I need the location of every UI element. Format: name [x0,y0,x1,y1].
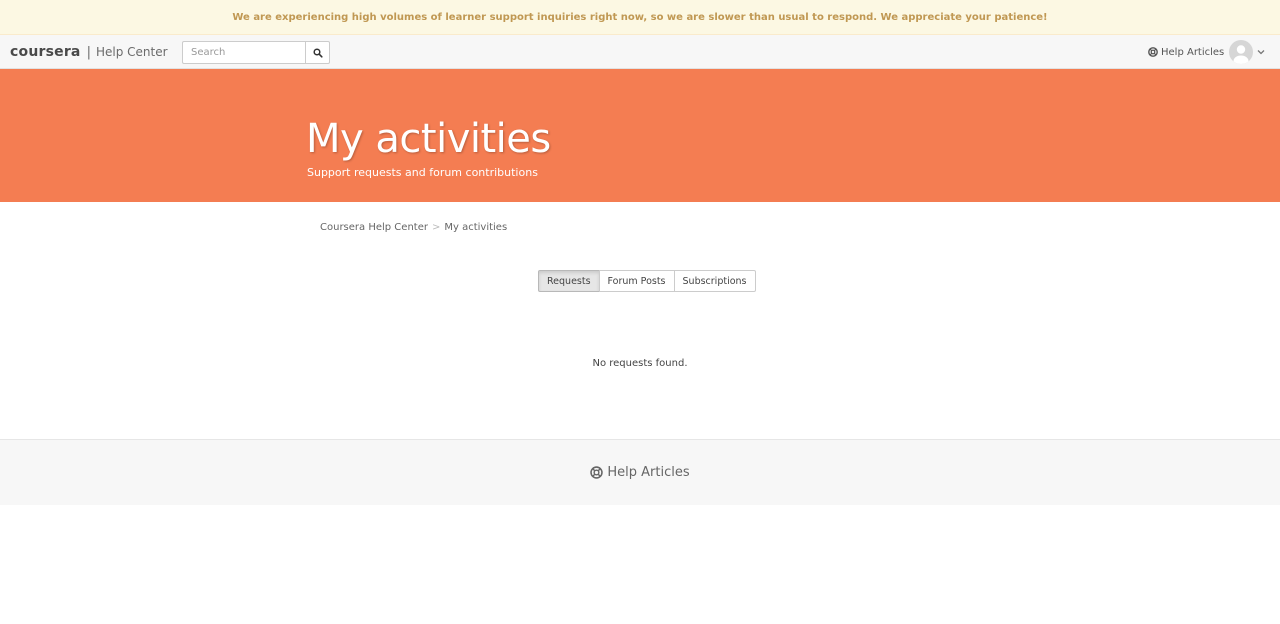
help-articles-link[interactable]: Help Articles [1148,35,1224,69]
hero-banner: My activities Support requests and forum… [0,69,1280,202]
brand[interactable]: coursera | Help Center [10,35,168,69]
notice-banner: We are experiencing high volumes of lear… [0,0,1280,35]
lifebuoy-icon [590,466,604,479]
empty-state-message: No requests found. [592,358,688,369]
footer-help-articles-label: Help Articles [607,465,690,480]
tab-requests[interactable]: Requests [538,270,600,292]
breadcrumb-separator: > [431,222,441,233]
search-icon [312,47,323,58]
user-avatar-icon[interactable] [1229,40,1253,64]
help-articles-label: Help Articles [1161,46,1225,58]
search-form [182,41,330,64]
page-title: My activities [306,116,551,162]
user-menu[interactable] [1229,40,1265,64]
search-button[interactable] [305,41,330,64]
notice-text: We are experiencing high volumes of lear… [232,11,1048,23]
tab-forum-posts[interactable]: Forum Posts [598,270,675,292]
page-subtitle: Support requests and forum contributions [307,166,538,179]
tab-subscriptions[interactable]: Subscriptions [673,270,756,292]
search-input[interactable] [182,41,305,64]
top-navbar: coursera | Help Center Help Articles [0,35,1280,69]
coursera-logo[interactable]: coursera [10,44,81,60]
footer: Help Articles [0,439,1280,505]
breadcrumb: Coursera Help Center > My activities [320,222,507,233]
footer-help-articles-link[interactable]: Help Articles [590,465,690,480]
chevron-down-icon[interactable] [1257,49,1265,55]
brand-separator: | [86,44,91,60]
breadcrumb-current: My activities [444,222,508,233]
breadcrumb-home-link[interactable]: Coursera Help Center [320,222,428,233]
activity-tabs: Requests Forum Posts Subscriptions [538,270,756,292]
help-center-link[interactable]: Help Center [96,45,168,59]
lifebuoy-icon [1148,47,1158,57]
